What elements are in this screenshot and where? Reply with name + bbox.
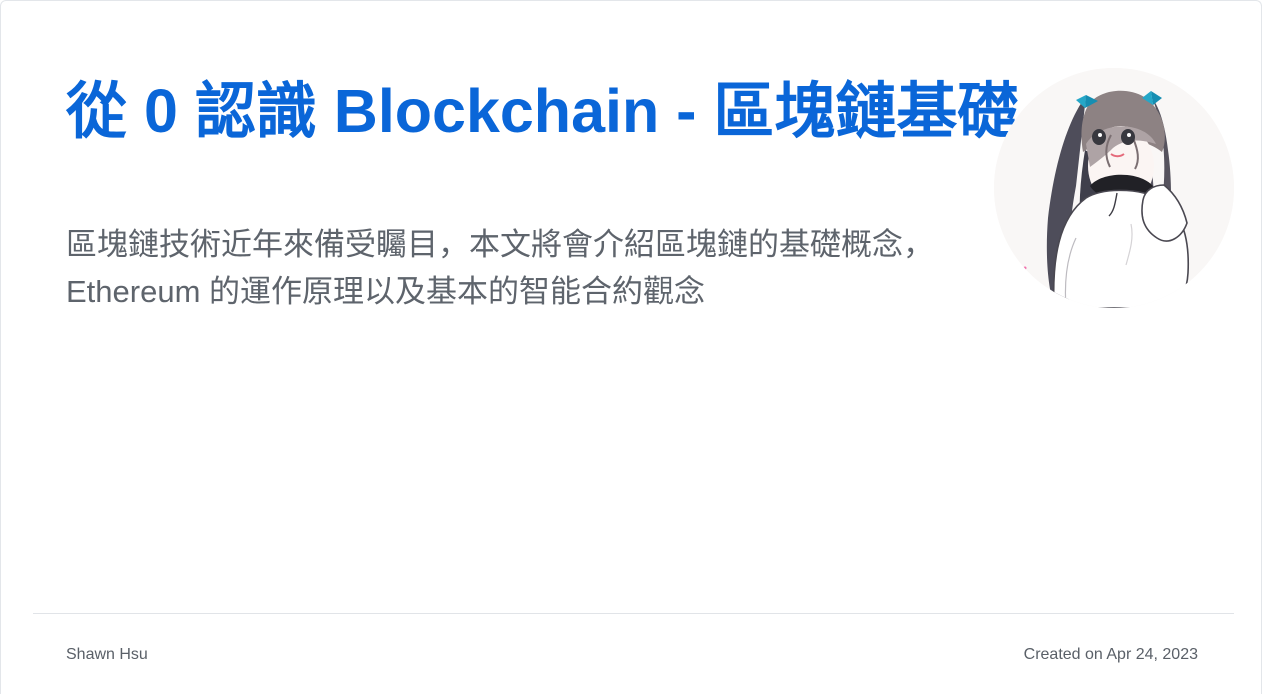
- post-description: 區塊鏈技術近年來備受矚目，本文將會介紹區塊鏈的基礎概念，Ethereum 的運作…: [66, 227, 934, 309]
- post-card: 從 0 認識 Blockchain - 區塊鏈基礎 區塊鏈技術近年來備受矚目，本…: [0, 0, 1262, 694]
- created-date: Created on Apr 24, 2023: [1024, 645, 1198, 664]
- post-title[interactable]: 從 0 認識 Blockchain - 區塊鏈基礎: [66, 73, 1018, 149]
- anime-girl-avatar-icon: [994, 68, 1234, 308]
- author-avatar-icon: [994, 68, 1234, 308]
- created-value: Apr 24, 2023: [1106, 646, 1198, 663]
- created-label: Created on: [1023, 646, 1103, 663]
- footer-divider: [33, 613, 1234, 614]
- author-name: Shawn Hsu: [66, 646, 148, 663]
